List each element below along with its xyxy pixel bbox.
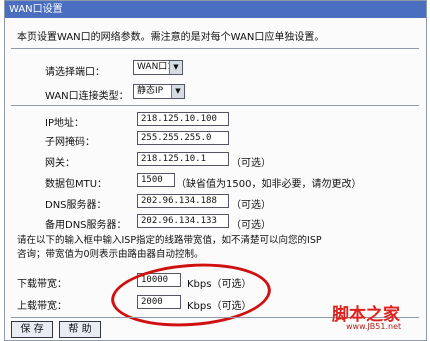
connection-type-label: WAN口连接类型：	[45, 91, 129, 102]
port-select-value: WAN口1	[137, 62, 174, 72]
port-select-label: 请选择端口：	[45, 67, 105, 78]
dns-input[interactable]: 202.96.134.188	[137, 194, 229, 208]
gateway-input[interactable]: 218.125.10.1	[137, 152, 229, 166]
connection-type-value: 静态IP	[137, 86, 164, 96]
backup-dns-label: 备用DNS服务器：	[45, 220, 127, 231]
chevron-down-icon: ▼	[171, 85, 184, 98]
divider	[11, 105, 419, 106]
dns-label: DNS服务器：	[45, 200, 107, 211]
mtu-input[interactable]: 1500	[137, 173, 175, 187]
backup-dns-input[interactable]: 202.96.134.133	[137, 214, 229, 228]
bandwidth-help-line-1: 请在以下的输入框中输入ISP指定的线路带宽值，如不清楚可以向您的ISP	[17, 235, 322, 246]
ip-address-input[interactable]: 218.125.10.100	[137, 112, 229, 126]
watermark-url: www.JB51.net	[346, 322, 402, 331]
ip-address-label: IP地址：	[45, 118, 84, 129]
dns-optional-note: （可选）	[231, 200, 271, 211]
bandwidth-help-line-2: 咨询；带宽值为0则表示由路由器自动控制。	[17, 249, 204, 260]
chevron-down-icon: ▼	[169, 61, 182, 74]
subnet-mask-input[interactable]: 255.255.255.0	[137, 131, 229, 145]
download-bandwidth-label: 下载带宽：	[17, 279, 67, 290]
annotation-circle	[109, 258, 273, 332]
gateway-label: 网关：	[45, 158, 75, 169]
upload-bandwidth-label: 上载带宽：	[17, 301, 67, 312]
wan-settings-panel: WAN口设置 本页设置WAN口的网络参数。需注意的是对每个WAN口应单独设置。 …	[4, 0, 427, 341]
window-title: WAN口设置	[5, 1, 426, 18]
mtu-note: （缺省值为1500，如非必要，请勿更改）	[176, 179, 362, 190]
help-button[interactable]: 帮 助	[59, 321, 101, 338]
mtu-label: 数据包MTU：	[45, 179, 108, 190]
divider	[11, 48, 419, 49]
page-description: 本页设置WAN口的网络参数。需注意的是对每个WAN口应单独设置。	[17, 32, 325, 43]
connection-type-select[interactable]: 静态IP ▼	[133, 84, 185, 99]
save-button[interactable]: 保 存	[11, 321, 53, 338]
backup-dns-optional-note: （可选）	[231, 220, 271, 231]
gateway-optional-note: （可选）	[231, 158, 271, 169]
port-select[interactable]: WAN口1 ▼	[133, 60, 183, 75]
subnet-mask-label: 子网掩码：	[45, 137, 95, 148]
